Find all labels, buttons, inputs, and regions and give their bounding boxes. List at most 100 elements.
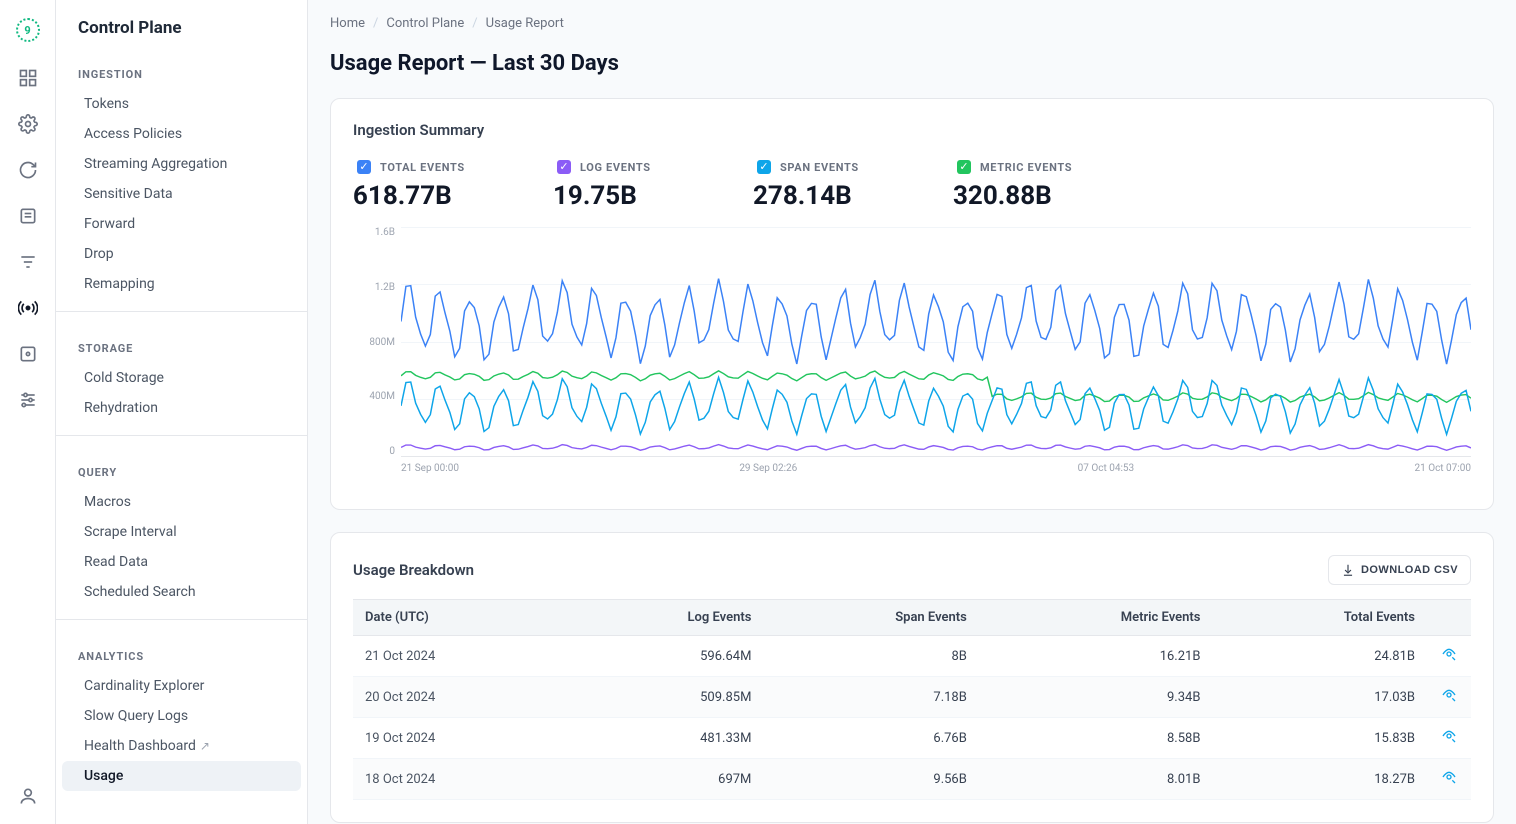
table-cell: 16.21B (979, 636, 1213, 677)
sidebar-item-usage[interactable]: Usage (62, 761, 301, 791)
row-inspect-button[interactable] (1427, 759, 1471, 800)
sidebar-item-streaming-aggregation[interactable]: Streaming Aggregation (62, 149, 301, 179)
chart-series-metric-events (401, 371, 1471, 402)
notes-icon[interactable] (18, 206, 38, 226)
sidebar-item-cardinality-explorer[interactable]: Cardinality Explorer (62, 671, 301, 701)
row-inspect-button[interactable] (1427, 636, 1471, 677)
table-cell: 9.56B (763, 759, 978, 800)
sliders-icon[interactable] (18, 390, 38, 410)
metric-label: TOTAL EVENTS (380, 161, 465, 174)
summary-metrics: TOTAL EVENTS618.77B LOG EVENTS 19.75B SPAN … (353, 157, 1471, 211)
table-row: 18 Oct 2024697M9.56B8.01B18.27B (353, 759, 1471, 800)
breadcrumb-current: Usage Report (486, 16, 564, 31)
y-tick: 0 (389, 446, 395, 457)
brand-logo[interactable]: 9 (16, 18, 40, 42)
table-cell: 17.03B (1212, 677, 1427, 718)
chart-series-log-events (401, 445, 1471, 451)
card-title: Usage Breakdown (353, 561, 474, 579)
gear-icon[interactable] (18, 114, 38, 134)
x-tick: 29 Sep 02:26 (739, 463, 797, 487)
sidebar-item-health-dashboard[interactable]: Health Dashboard↗ (62, 731, 301, 761)
summary-metric: SPAN EVENTS 278.14B (753, 157, 883, 211)
table-cell: 8.58B (979, 718, 1213, 759)
dashboard-icon[interactable] (18, 68, 38, 88)
button-label: DOWNLOAD CSV (1361, 564, 1458, 576)
user-icon[interactable] (18, 786, 38, 806)
metric-label: LOG EVENTS (580, 161, 651, 174)
sidebar-item-tokens[interactable]: Tokens (62, 89, 301, 119)
sidebar-item-scheduled-search[interactable]: Scheduled Search (62, 577, 301, 607)
breadcrumb-sep: / (373, 16, 378, 31)
sidebar-item-rehydration[interactable]: Rehydration (62, 393, 301, 423)
y-tick: 800M (369, 337, 395, 348)
metric-toggle[interactable] (557, 160, 571, 174)
metric-toggle[interactable] (957, 160, 971, 174)
metric-value: 278.14B (753, 181, 883, 211)
y-tick: 400M (369, 391, 395, 402)
table-cell: 509.85M (565, 677, 763, 718)
row-inspect-button[interactable] (1427, 677, 1471, 718)
table-header[interactable] (1427, 600, 1471, 636)
table-cell: 7.18B (763, 677, 978, 718)
y-tick: 1.6B (375, 227, 395, 238)
table-cell: 596.64M (565, 636, 763, 677)
sidebar-item-macros[interactable]: Macros (62, 487, 301, 517)
table-header[interactable]: Date (UTC) (353, 600, 565, 636)
sidebar-title: Control Plane (56, 18, 307, 50)
summary-metric: TOTAL EVENTS618.77B (353, 157, 483, 211)
table-cell: 18 Oct 2024 (353, 759, 565, 800)
breadcrumb-link[interactable]: Home (330, 16, 365, 31)
sidebar-item-cold-storage[interactable]: Cold Storage (62, 363, 301, 393)
row-inspect-button[interactable] (1427, 718, 1471, 759)
sidebar-item-forward[interactable]: Forward (62, 209, 301, 239)
sidebar-item-access-policies[interactable]: Access Policies (62, 119, 301, 149)
table-row: 19 Oct 2024481.33M6.76B8.58B15.83B (353, 718, 1471, 759)
table-header[interactable]: Span Events (763, 600, 978, 636)
external-link-icon: ↗ (200, 739, 210, 753)
broadcast-icon[interactable] (18, 298, 38, 318)
x-tick: 21 Sep 00:00 (401, 463, 459, 487)
sidebar-item-scrape-interval[interactable]: Scrape Interval (62, 517, 301, 547)
inspect-icon (1441, 646, 1457, 662)
filter-icon[interactable] (18, 252, 38, 272)
table-cell: 697M (565, 759, 763, 800)
summary-metric: METRIC EVENTS 320.88B (953, 157, 1083, 211)
table-cell: 481.33M (565, 718, 763, 759)
download-icon (1341, 563, 1355, 577)
breadcrumb-link[interactable]: Control Plane (386, 16, 464, 31)
metric-label: SPAN EVENTS (780, 161, 859, 174)
inspect-icon (1441, 728, 1457, 744)
table-cell: 18.27B (1212, 759, 1427, 800)
archive-icon[interactable] (18, 344, 38, 364)
sidebar-item-remapping[interactable]: Remapping (62, 269, 301, 299)
metric-value: 19.75B (553, 181, 683, 211)
metric-label: METRIC EVENTS (980, 161, 1072, 174)
table-cell: 8.01B (979, 759, 1213, 800)
sidebar-item-slow-query-logs[interactable]: Slow Query Logs (62, 701, 301, 731)
sidebar-item-read-data[interactable]: Read Data (62, 547, 301, 577)
download-csv-button[interactable]: DOWNLOAD CSV (1328, 555, 1471, 585)
refresh-icon[interactable] (18, 160, 38, 180)
table-header[interactable]: Total Events (1212, 600, 1427, 636)
table-cell: 20 Oct 2024 (353, 677, 565, 718)
metric-toggle[interactable] (357, 160, 371, 174)
nav-group-label: STORAGE (56, 324, 307, 363)
table-header[interactable]: Metric Events (979, 600, 1213, 636)
table-header[interactable]: Log Events (565, 600, 763, 636)
secondary-sidebar: Control Plane INGESTIONTokensAccess Poli… (56, 0, 308, 824)
chart-series-span-events (401, 377, 1471, 434)
card-title: Ingestion Summary (353, 121, 1471, 139)
breakdown-table: Date (UTC)Log EventsSpan EventsMetric Ev… (353, 599, 1471, 800)
table-cell: 8B (763, 636, 978, 677)
nav-group-label: INGESTION (56, 50, 307, 89)
page-title: Usage Report — Last 30 Days (330, 51, 1494, 76)
inspect-icon (1441, 769, 1457, 785)
table-row: 21 Oct 2024596.64M8B16.21B24.81B (353, 636, 1471, 677)
table-row: 20 Oct 2024509.85M7.18B9.34B17.03B (353, 677, 1471, 718)
y-tick: 1.2B (375, 282, 395, 293)
sidebar-item-drop[interactable]: Drop (62, 239, 301, 269)
table-cell: 21 Oct 2024 (353, 636, 565, 677)
metric-value: 320.88B (953, 181, 1083, 211)
sidebar-item-sensitive-data[interactable]: Sensitive Data (62, 179, 301, 209)
metric-toggle[interactable] (757, 160, 771, 174)
